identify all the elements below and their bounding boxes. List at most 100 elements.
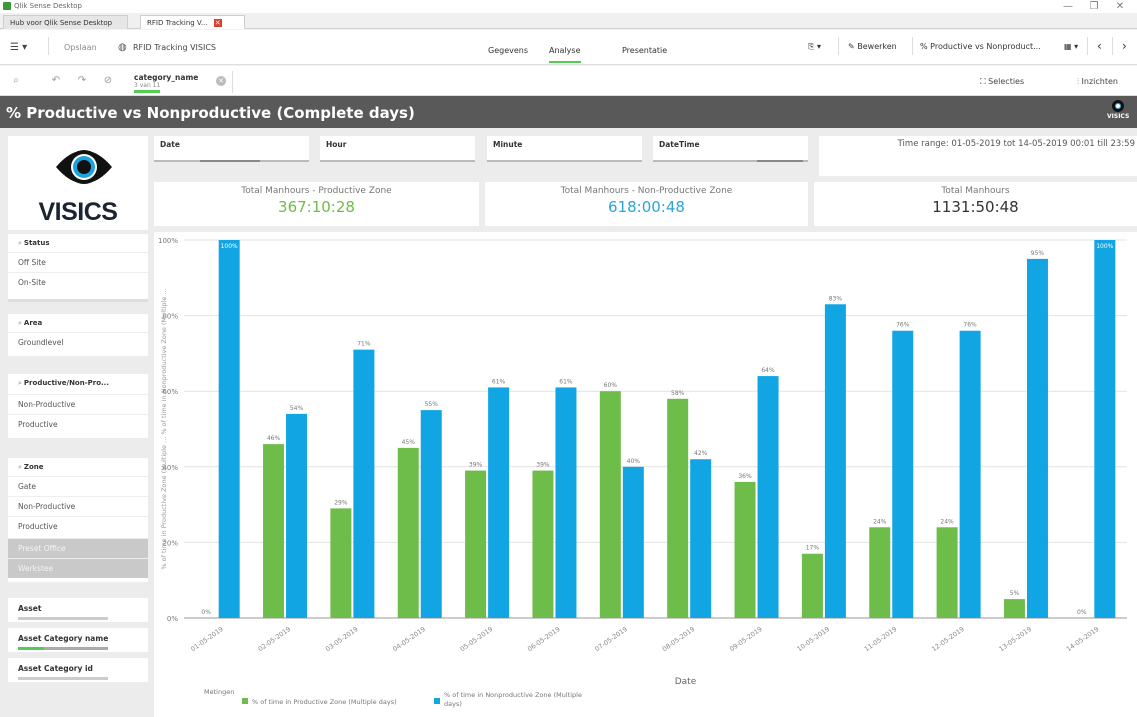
bar-productive	[397, 447, 419, 618]
bar-nonproductive	[218, 240, 240, 618]
step-back-icon[interactable]: ↶	[50, 75, 62, 87]
edit-button[interactable]: ✎ Bewerken	[848, 42, 897, 58]
inzichten-button[interactable]: ⫶ Inzichten	[1077, 77, 1118, 87]
close-icon[interactable]: ✕	[1107, 0, 1133, 13]
tab-hub-label: Hub voor Qlik Sense Desktop	[10, 19, 113, 27]
visics-logo-text: VISICS	[38, 198, 118, 226]
filter-date[interactable]: Date	[154, 136, 309, 162]
list-item-excluded[interactable]: Werkstee	[8, 558, 148, 578]
listbox-productive-title[interactable]: ⌕ Productive/Non-Pro...	[18, 379, 109, 388]
list-item[interactable]: Groundlevel	[8, 332, 148, 352]
bar-label-nonproductive: 54%	[290, 405, 304, 412]
filter-hour[interactable]: Hour	[320, 136, 475, 162]
x-tick-label: 02-05-2019	[257, 625, 293, 653]
list-item[interactable]: Gate	[8, 476, 148, 496]
previous-sheet-button[interactable]: ‹	[1097, 39, 1102, 55]
bar-chart-panel: 0% 20% 40% 60% 80% 100%% of time in Productiv…	[154, 232, 1137, 717]
list-item[interactable]: Non-Productive	[8, 394, 148, 414]
x-tick-label: 05-05-2019	[459, 625, 495, 653]
kpi-productive-value: 367:10:28	[278, 198, 355, 216]
tab-analyse[interactable]: Analyse	[549, 46, 581, 63]
save-button[interactable]: Opslaan	[64, 43, 97, 52]
kpi-nonproductive: Total Manhours - Non-Productive Zone 618…	[485, 182, 808, 226]
bar-label-nonproductive: 64%	[761, 367, 775, 374]
global-menu-button[interactable]: ☰ ▾	[10, 42, 27, 53]
restore-icon[interactable]: ❐	[1081, 0, 1107, 13]
kpi-nonproductive-value: 618:00:48	[608, 198, 685, 216]
list-item[interactable]: On-Site	[8, 272, 148, 292]
list-item[interactable]: Productive	[8, 414, 148, 434]
sheet-content: VISICS Date Hour Minute DateTime Time ra…	[0, 128, 1137, 717]
filter-minute[interactable]: Minute	[487, 136, 642, 162]
bar-label-productive: 29%	[334, 499, 348, 506]
bar-label-productive: 60%	[604, 382, 618, 389]
list-item[interactable]: Productive	[8, 516, 148, 536]
list-item-excluded[interactable]: Preset Office	[8, 538, 148, 558]
kpi-total: Total Manhours 1131:50:48	[814, 182, 1137, 226]
filter-datetime[interactable]: DateTime	[653, 136, 808, 162]
bar-label-productive: 0%	[1077, 609, 1087, 616]
visics-mini-logo-text: VISICS	[1107, 113, 1130, 120]
kpi-nonproductive-label: Total Manhours - Non-Productive Zone	[560, 186, 733, 196]
tab-close-icon[interactable]: ✕	[213, 19, 222, 27]
bar-nonproductive	[824, 304, 846, 618]
bar-label-nonproductive: 76%	[963, 322, 977, 329]
pencil-icon: ✎	[848, 42, 858, 51]
tab-gegevens[interactable]: Gegevens	[488, 46, 528, 55]
legend-swatch-productive	[242, 698, 248, 704]
listbox-status: ⌕ Status Off Site On-Site	[8, 234, 148, 302]
selecties-button[interactable]: ⛶ Selecties	[980, 77, 1024, 87]
filter-asset-category-id[interactable]: Asset Category id	[8, 658, 148, 682]
sheet-grid-icon[interactable]: ▦ ▾	[1064, 42, 1078, 58]
window-titlebar: Qlik Sense Desktop — ❐ ✕	[0, 0, 1137, 13]
list-item[interactable]: Non-Productive	[8, 496, 148, 516]
tab-hub[interactable]: Hub voor Qlik Sense Desktop	[3, 15, 128, 29]
selection-count: 3 van 11	[134, 82, 161, 89]
bar-nonproductive	[892, 330, 914, 618]
tab-rfid[interactable]: RFID Tracking V... ✕	[140, 15, 245, 29]
bar-label-nonproductive: 100%	[221, 243, 238, 250]
y-axis-label: % of time in Productive Zone (Multiple .…	[160, 288, 168, 569]
sheet-title: % Productive vs Nonproductive (Complete …	[6, 104, 415, 122]
bar-label-nonproductive: 71%	[357, 341, 371, 348]
step-forward-icon[interactable]: ↷	[76, 75, 88, 87]
main-toolbar: ☰ ▾ Opslaan ◍ RFID Tracking VISICS Gegev…	[0, 30, 1137, 65]
window-title: Qlik Sense Desktop	[14, 2, 82, 10]
bar-productive	[465, 470, 487, 618]
bar-label-nonproductive: 42%	[694, 450, 708, 457]
x-tick-label: 01-05-2019	[189, 625, 225, 653]
selection-chip-category[interactable]: category_name 3 van 11 ✕	[130, 71, 233, 93]
globe-icon: ◍	[118, 42, 127, 53]
listbox-status-title[interactable]: ⌕ Status	[18, 239, 50, 248]
next-sheet-button[interactable]: ›	[1122, 39, 1127, 55]
clear-all-icon[interactable]: ⊘	[102, 75, 114, 87]
bar-nonproductive	[1026, 258, 1048, 618]
filter-asset[interactable]: Asset	[8, 598, 148, 622]
kpi-total-value: 1131:50:48	[932, 198, 1019, 216]
smart-search-icon[interactable]: ⌕	[10, 75, 22, 87]
filter-asset-category-name-label: Asset Category name	[18, 634, 109, 643]
filter-asset-category-name[interactable]: Asset Category name	[8, 628, 148, 652]
x-tick-label: 10-05-2019	[796, 625, 832, 653]
listbox-area: ⌕ Area Groundlevel	[8, 314, 148, 356]
x-tick-label: 04-05-2019	[391, 625, 427, 653]
listbox-area-title[interactable]: ⌕ Area	[18, 319, 42, 328]
bar-label-nonproductive: 100%	[1096, 243, 1113, 250]
listbox-zone-title[interactable]: ⌕ Zone	[18, 463, 44, 472]
legend-label-nonproductive-line1: % of time in Nonproductive Zone (Multipl…	[444, 691, 582, 699]
tab-presentatie[interactable]: Presentatie	[622, 46, 667, 55]
bar-chart[interactable]: 0%20%40%60%80%100%% of time in Productiv…	[154, 232, 1137, 717]
list-item[interactable]: Off Site	[8, 252, 148, 272]
minimize-icon[interactable]: —	[1055, 0, 1081, 13]
bar-nonproductive	[622, 466, 644, 618]
filter-asset-label: Asset	[18, 604, 42, 613]
bookmark-button[interactable]: ⎘ ▾	[808, 42, 821, 58]
bar-nonproductive	[488, 387, 510, 618]
listbox-productive: ⌕ Productive/Non-Pro... Non-Productive Pr…	[8, 374, 148, 438]
filter-asset-category-id-label: Asset Category id	[18, 664, 93, 673]
time-range-panel: Time range: 01-05-2019 tot 14-05-2019 00…	[819, 136, 1137, 176]
filter-hour-label: Hour	[326, 140, 347, 149]
sheet-selector[interactable]: % Productive vs Nonproduct...	[920, 42, 1041, 58]
clear-selection-icon[interactable]: ✕	[216, 76, 226, 86]
bar-productive	[330, 508, 352, 618]
